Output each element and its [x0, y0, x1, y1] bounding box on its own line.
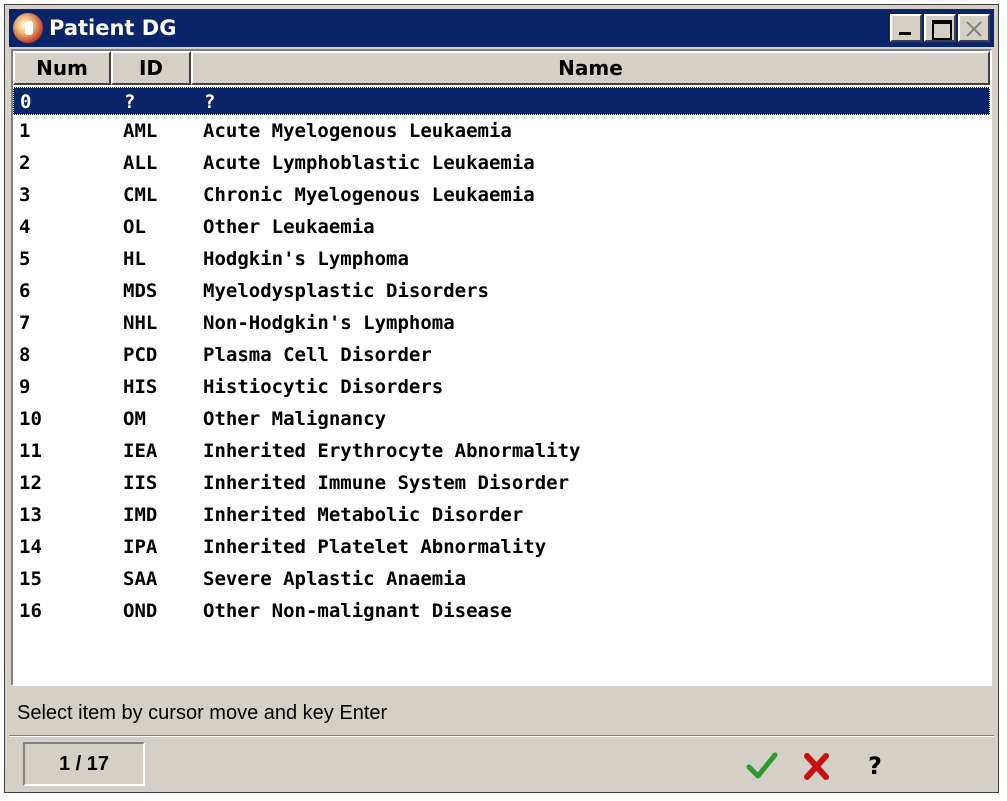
maximize-icon[interactable] [924, 14, 956, 42]
cell-name: Acute Lymphoblastic Leukaemia [203, 152, 535, 174]
table-row[interactable]: 3 CML Chronic Myelogenous Leukaemia [13, 179, 990, 211]
table-row[interactable]: 8 PCD Plasma Cell Disorder [13, 339, 990, 371]
cell-id: HL [123, 248, 146, 270]
table-body: 0?? 1 AML Acute Myelogenous Leukaemia 2 ALL Ac… [13, 85, 990, 627]
cell-num: 4 [19, 216, 31, 238]
cell-id: AML [123, 120, 158, 142]
table-header: Num ID Name [13, 51, 990, 85]
cell-name: Chronic Myelogenous Leukaemia [203, 184, 535, 206]
cell-name: Other Leukaemia [203, 216, 375, 238]
cancel-button[interactable] [799, 749, 833, 783]
column-header-id[interactable]: ID [111, 51, 191, 85]
window-title: Patient DG [49, 16, 177, 40]
cell-name: Non-Hodgkin's Lymphoma [203, 312, 455, 334]
cell-num: 16 [19, 600, 42, 622]
cell-name: Myelodysplastic Disorders [203, 280, 489, 302]
cell-id: SAA [123, 568, 158, 590]
app-icon[interactable] [13, 13, 43, 43]
cell-name: ? [204, 91, 216, 113]
cell-num: 12 [19, 472, 42, 494]
status-hint: Select item by cursor move and key Enter [17, 702, 388, 724]
cell-num: 7 [19, 312, 31, 334]
cell-num: 6 [19, 280, 31, 302]
table-row[interactable]: 1 AML Acute Myelogenous Leukaemia [13, 115, 990, 147]
table-row[interactable]: 11 IEA Inherited Erythrocyte Abnormality [13, 435, 990, 467]
record-counter: 1 / 17 [23, 742, 145, 786]
table-row[interactable]: 10 OM Other Malignancy [13, 403, 990, 435]
cell-id: PCD [123, 344, 158, 366]
dialog-window: Patient DG Num ID Name 0?? 1 AML Acute Myel… [4, 4, 999, 793]
ok-button[interactable] [745, 749, 779, 783]
cell-num: 5 [19, 248, 31, 270]
title-bar[interactable]: Patient DG [9, 9, 994, 47]
help-button[interactable]: ? [858, 749, 892, 783]
cell-name: Severe Aplastic Anaemia [203, 568, 467, 590]
table-row[interactable]: 6 MDS Myelodysplastic Disorders [13, 275, 990, 307]
checkmark-icon [746, 752, 778, 779]
cell-num: 10 [19, 408, 42, 430]
cell-name: Acute Myelogenous Leukaemia [203, 120, 512, 142]
table-row[interactable]: 2 ALL Acute Lymphoblastic Leukaemia [13, 147, 990, 179]
cell-id: MDS [123, 280, 158, 302]
cell-name: Plasma Cell Disorder [203, 344, 432, 366]
list-table[interactable]: Num ID Name 0?? 1 AML Acute Myelogenous Leu… [11, 49, 992, 686]
table-row[interactable]: 12 IIS Inherited Immune System Disorder [13, 467, 990, 499]
table-row[interactable]: 14 IPA Inherited Platelet Abnormality [13, 531, 990, 563]
cell-num: 0 [20, 91, 32, 113]
cell-name: Inherited Platelet Abnormality [203, 536, 547, 558]
table-row[interactable]: 13 IMD Inherited Metabolic Disorder [13, 499, 990, 531]
cell-id: ALL [123, 152, 158, 174]
cell-id: HIS [123, 376, 158, 398]
cell-id: OM [123, 408, 146, 430]
cell-num: 1 [19, 120, 31, 142]
cell-name: Inherited Erythrocyte Abnormality [203, 440, 581, 462]
table-row[interactable]: 4 OL Other Leukaemia [13, 211, 990, 243]
table-row[interactable]: 9 HIS Histiocytic Disorders [13, 371, 990, 403]
cell-id: OND [123, 600, 158, 622]
minimize-icon[interactable] [890, 14, 922, 42]
cell-num: 14 [19, 536, 42, 558]
cell-name: Hodgkin's Lymphoma [203, 248, 409, 270]
cell-id: IIS [123, 472, 158, 494]
cell-id: IEA [123, 440, 158, 462]
close-icon[interactable] [958, 14, 990, 42]
table-row[interactable]: 0?? [13, 87, 990, 115]
cell-id: CML [123, 184, 158, 206]
table-row[interactable]: 5 HL Hodgkin's Lymphoma [13, 243, 990, 275]
cell-name: Inherited Metabolic Disorder [203, 504, 524, 526]
cell-num: 9 [19, 376, 31, 398]
cell-num: 8 [19, 344, 31, 366]
table-row[interactable]: 7 NHL Non-Hodgkin's Lymphoma [13, 307, 990, 339]
table-row[interactable]: 15 SAA Severe Aplastic Anaemia [13, 563, 990, 595]
column-header-name[interactable]: Name [191, 51, 990, 85]
table-row[interactable]: 16 OND Other Non-malignant Disease [13, 595, 990, 627]
cell-num: 11 [19, 440, 42, 462]
cell-id: IMD [123, 504, 158, 526]
cell-num: 15 [19, 568, 42, 590]
cell-num: 3 [19, 184, 31, 206]
cell-name: Inherited Immune System Disorder [203, 472, 570, 494]
cell-num: 2 [19, 152, 31, 174]
cell-id: ? [124, 91, 136, 113]
cell-name: Histiocytic Disorders [203, 376, 444, 398]
cell-id: NHL [123, 312, 158, 334]
divider [9, 735, 994, 737]
cell-name: Other Non-malignant Disease [203, 600, 512, 622]
cell-id: OL [123, 216, 146, 238]
window-controls [890, 14, 990, 42]
cell-id: IPA [123, 536, 158, 558]
column-header-num[interactable]: Num [13, 51, 111, 85]
cell-name: Other Malignancy [203, 408, 387, 430]
x-icon [804, 753, 829, 780]
cell-num: 13 [19, 504, 42, 526]
